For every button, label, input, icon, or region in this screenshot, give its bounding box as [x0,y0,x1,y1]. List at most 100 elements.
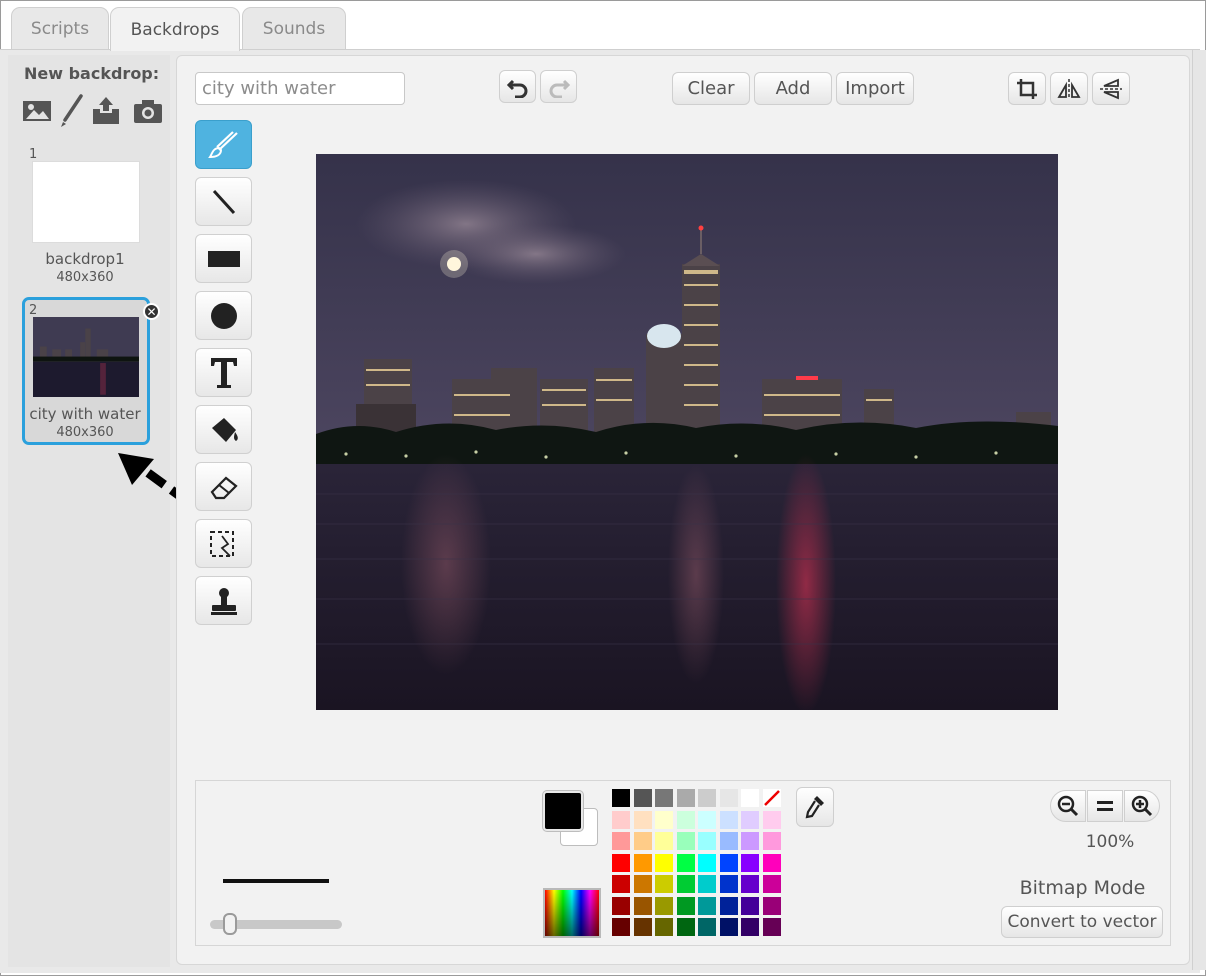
import-button[interactable]: Import [836,72,914,105]
tab-backdrops[interactable]: Backdrops [110,7,240,51]
palette-swatch[interactable] [741,789,759,807]
palette-swatch[interactable] [676,789,695,807]
upload-icon[interactable] [89,94,123,128]
palette-swatch[interactable] [612,789,630,807]
palette-swatch[interactable] [655,896,673,915]
flip-vertical-button[interactable] [1092,72,1130,105]
undo-button[interactable] [499,70,536,103]
palette-swatch[interactable] [698,789,716,807]
backdrop-size: 480x360 [56,425,114,440]
palette-swatch[interactable] [676,875,695,893]
palette-swatch[interactable] [762,832,781,850]
palette-swatch[interactable] [655,789,673,807]
flip-horizontal-icon [1057,78,1081,99]
scrollbar[interactable] [1192,50,1206,970]
palette-swatch[interactable] [719,789,738,807]
crop-button[interactable] [1008,72,1046,105]
text-icon [210,357,237,388]
fill-tool[interactable] [195,405,252,454]
palette-swatch[interactable] [633,810,652,829]
backdrop-thumbnail[interactable] [33,317,139,397]
palette-swatch[interactable] [612,832,630,850]
palette-swatch[interactable] [612,918,630,936]
redo-button[interactable] [540,70,577,103]
palette-swatch[interactable] [762,918,781,936]
palette-swatch[interactable] [612,853,630,872]
palette-swatch[interactable] [612,896,630,915]
backdrop-thumbnail[interactable] [32,161,140,243]
palette-swatch[interactable] [698,810,716,829]
palette-swatch[interactable] [676,853,695,872]
palette-swatch[interactable] [633,832,652,850]
primary-color-swatch[interactable] [543,791,583,831]
palette-swatch[interactable] [698,832,716,850]
brush-tool[interactable] [195,120,252,169]
palette-swatch[interactable] [741,875,759,893]
palette-swatch[interactable] [698,918,716,936]
palette-swatch[interactable] [762,810,781,829]
palette-swatch[interactable] [741,832,759,850]
palette-swatch[interactable] [762,875,781,893]
convert-to-vector-button[interactable]: Convert to vector [1001,906,1163,938]
palette-swatch[interactable] [698,875,716,893]
eyedropper-button[interactable] [796,787,834,827]
palette-swatch[interactable] [655,918,673,936]
palette-swatch[interactable] [762,896,781,915]
zoom-out-button[interactable] [1050,790,1086,822]
image-library-icon[interactable] [20,94,54,128]
palette-swatch[interactable] [719,875,738,893]
palette-swatch[interactable] [655,875,673,893]
costume-name-input[interactable] [195,72,405,105]
palette-swatch[interactable] [612,875,630,893]
palette-swatch[interactable] [633,896,652,915]
palette-swatch[interactable] [655,853,673,872]
palette-swatch[interactable] [719,853,738,872]
clear-button[interactable]: Clear [672,72,750,105]
palette-swatch[interactable] [676,918,695,936]
stamp-tool[interactable] [195,576,252,625]
palette-swatch[interactable] [719,896,738,915]
palette-swatch[interactable] [633,918,652,936]
palette-swatch[interactable] [633,789,652,807]
flip-horizontal-button[interactable] [1050,72,1088,105]
palette-swatch[interactable] [676,832,695,850]
palette-swatch[interactable] [698,896,716,915]
palette-swatch[interactable] [719,832,738,850]
ellipse-tool[interactable] [195,291,252,340]
delete-backdrop-icon[interactable]: ✕ [143,303,160,320]
palette-swatch[interactable] [633,875,652,893]
palette-swatch[interactable] [719,918,738,936]
zoom-in-button[interactable] [1124,790,1160,822]
eraser-tool[interactable] [195,462,252,511]
add-button[interactable]: Add [754,72,832,105]
tab-sounds[interactable]: Sounds [242,7,346,49]
palette-swatch[interactable] [655,810,673,829]
camera-icon[interactable] [131,94,165,128]
palette-swatch[interactable] [741,918,759,936]
backdrop-name: backdrop1 [45,250,125,268]
palette-swatch[interactable] [698,853,716,872]
palette-swatch[interactable] [633,853,652,872]
tab-scripts[interactable]: Scripts [11,7,109,49]
palette-swatch[interactable] [762,853,781,872]
paint-brush-icon[interactable] [55,94,89,128]
brush-size-slider-handle[interactable] [223,913,237,935]
zoom-reset-button[interactable] [1087,790,1123,822]
backdrop-size: 480x360 [56,270,114,285]
palette-swatch[interactable] [676,896,695,915]
drawing-canvas[interactable] [316,154,1058,710]
transparent-swatch[interactable] [762,789,781,807]
palette-swatch[interactable] [741,853,759,872]
rectangle-tool[interactable] [195,234,252,283]
color-picker-spectrum[interactable] [543,888,601,938]
text-tool[interactable] [195,348,252,397]
palette-swatch[interactable] [612,810,630,829]
line-tool[interactable] [195,177,252,226]
palette-swatch[interactable] [655,832,673,850]
palette-swatch[interactable] [676,810,695,829]
palette-swatch[interactable] [741,896,759,915]
color-palette[interactable] [612,789,788,943]
select-tool[interactable] [195,519,252,568]
palette-swatch[interactable] [719,810,738,829]
palette-swatch[interactable] [741,810,759,829]
